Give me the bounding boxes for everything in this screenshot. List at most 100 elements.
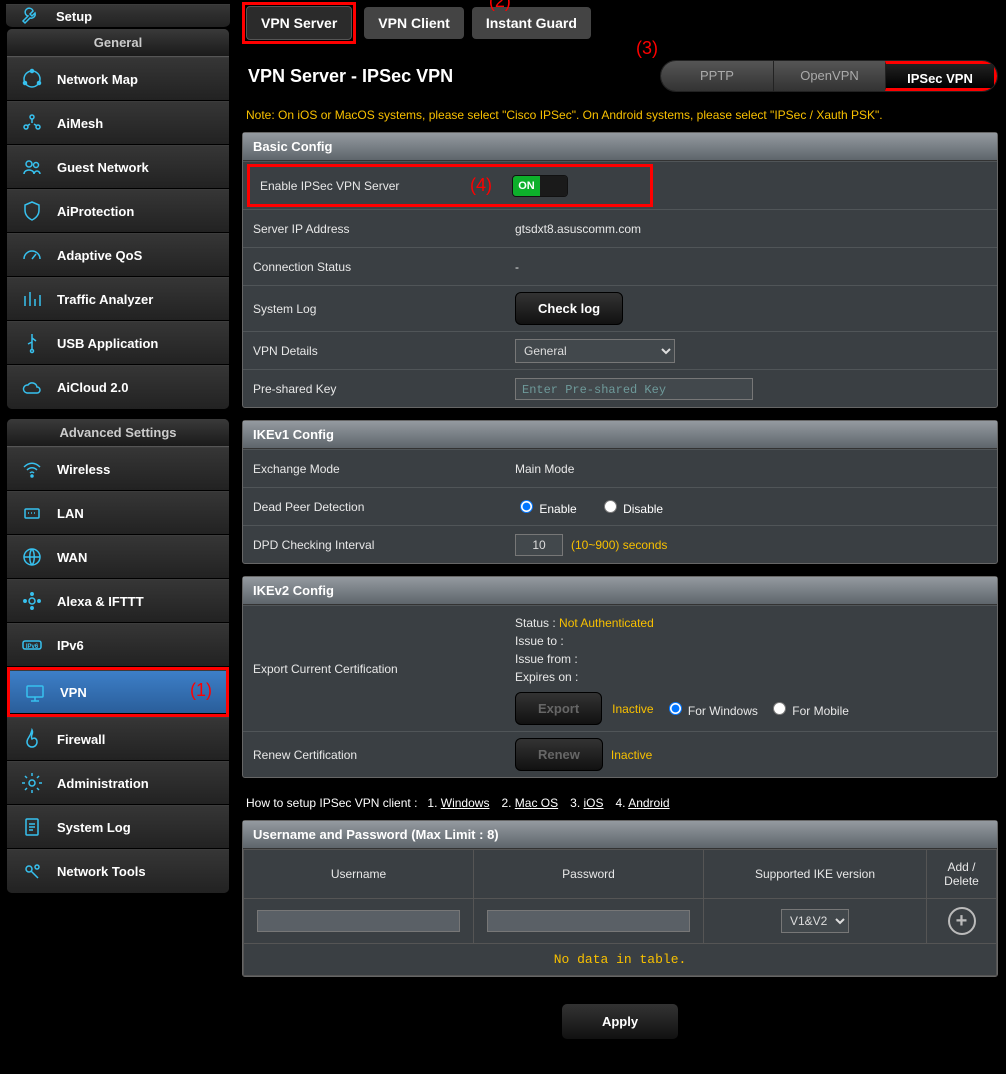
sidebar-item-traffic-analyzer[interactable]: Traffic Analyzer bbox=[7, 277, 229, 321]
log-icon bbox=[19, 814, 45, 840]
sidebar-item-administration[interactable]: Administration bbox=[7, 761, 229, 805]
sidebar-advanced-panel: Advanced Settings WirelessLANWANAlexa & … bbox=[6, 418, 230, 894]
sidebar-item-aicloud-2-0[interactable]: AiCloud 2.0 bbox=[7, 365, 229, 409]
section-basic-config: Basic Config Enable IPSec VPN Server (4)… bbox=[242, 132, 998, 408]
globe-nodes-icon bbox=[19, 66, 45, 92]
tab-vpn-server[interactable]: VPN Server bbox=[246, 6, 352, 40]
howto-link-android[interactable]: Android bbox=[628, 796, 669, 810]
protocol-tab-pptp[interactable]: PPTP bbox=[661, 61, 773, 91]
section-user-header: Username and Password (Max Limit : 8) bbox=[243, 821, 997, 849]
label-psk: Pre-shared Key bbox=[243, 374, 505, 404]
sidebar-item-alexa-ifttt[interactable]: Alexa & IFTTT bbox=[7, 579, 229, 623]
sidebar-item-adaptive-qos[interactable]: Adaptive QoS bbox=[7, 233, 229, 277]
howto-link-mac-os[interactable]: Mac OS bbox=[515, 796, 558, 810]
tab-vpn-client[interactable]: VPN Client bbox=[364, 7, 464, 39]
tab-instant-guard[interactable]: Instant Guard bbox=[472, 7, 591, 39]
cert-status-label: Status : bbox=[515, 616, 556, 630]
renew-cert-button[interactable]: Renew bbox=[515, 738, 603, 771]
export-cert-button[interactable]: Export bbox=[515, 692, 602, 725]
nav-label: LAN bbox=[57, 506, 84, 521]
label-dpd-interval: DPD Checking Interval bbox=[243, 530, 505, 560]
protocol-tabs: PPTP OpenVPN IPSec VPN bbox=[660, 60, 998, 92]
radio-label: For Mobile bbox=[792, 704, 849, 718]
radio-for-windows[interactable] bbox=[669, 702, 682, 715]
radio-dpd-enable-wrap[interactable]: Enable bbox=[515, 497, 577, 516]
value-server-ip: gtsdxt8.asuscomm.com bbox=[505, 216, 997, 242]
radio-label: Enable bbox=[539, 502, 576, 516]
nav-label: AiMesh bbox=[57, 116, 103, 131]
radio-dpd-disable-wrap[interactable]: Disable bbox=[599, 497, 663, 516]
sidebar-item-setup[interactable]: Setup bbox=[6, 4, 230, 28]
nav-label: Setup bbox=[56, 9, 92, 24]
sidebar-item-firewall[interactable]: Firewall bbox=[7, 717, 229, 761]
col-add-delete: Add / Delete bbox=[927, 850, 997, 899]
label-enable-ipsec: Enable IPSec VPN Server bbox=[260, 179, 399, 193]
radio-dpd-disable[interactable] bbox=[604, 500, 617, 513]
annotation-1-label: (1) bbox=[190, 680, 212, 701]
nav-label: AiCloud 2.0 bbox=[57, 380, 129, 395]
sidebar-item-network-tools[interactable]: Network Tools bbox=[7, 849, 229, 893]
sidebar-general-panel: General Network MapAiMeshGuest NetworkAi… bbox=[6, 28, 230, 410]
input-new-username[interactable] bbox=[257, 910, 461, 932]
sidebar-general-header: General bbox=[7, 29, 229, 57]
sidebar-item-network-map[interactable]: Network Map bbox=[7, 57, 229, 101]
select-ike-version[interactable]: V1&V2 bbox=[781, 909, 849, 933]
nav-label: Traffic Analyzer bbox=[57, 292, 153, 307]
sidebar-item-aiprotection[interactable]: AiProtection bbox=[7, 189, 229, 233]
alexa-icon bbox=[19, 588, 45, 614]
sidebar-item-usb-application[interactable]: USB Application bbox=[7, 321, 229, 365]
ipv6-icon: IPv6 bbox=[19, 632, 45, 658]
apply-button[interactable]: Apply bbox=[561, 1003, 679, 1040]
sidebar-item-guest-network[interactable]: Guest Network bbox=[7, 145, 229, 189]
annotation-4-label: (4) bbox=[470, 175, 492, 196]
tools-icon bbox=[19, 859, 45, 885]
nav-label: System Log bbox=[57, 820, 131, 835]
radio-label: For Windows bbox=[688, 704, 758, 718]
label-dpd: Dead Peer Detection bbox=[243, 492, 505, 522]
howto-link-ios[interactable]: iOS bbox=[583, 796, 603, 810]
radio-for-mobile[interactable] bbox=[773, 702, 786, 715]
nav-label: IPv6 bbox=[57, 638, 84, 653]
input-new-password[interactable] bbox=[487, 910, 691, 932]
section-user-table: Username and Password (Max Limit : 8) Us… bbox=[242, 820, 998, 977]
check-log-button[interactable]: Check log bbox=[515, 292, 623, 325]
radio-for-mobile-wrap[interactable]: For Mobile bbox=[768, 699, 849, 718]
label-renew-cert: Renew Certification bbox=[243, 740, 505, 770]
users-icon bbox=[19, 154, 45, 180]
input-dpd-interval[interactable] bbox=[515, 534, 563, 556]
sidebar-item-wireless[interactable]: Wireless bbox=[7, 447, 229, 491]
hint-dpd-interval: (10~900) seconds bbox=[571, 538, 667, 552]
select-vpn-details[interactable]: General bbox=[515, 339, 675, 363]
gear-icon bbox=[19, 770, 45, 796]
howto-link-windows[interactable]: Windows bbox=[441, 796, 490, 810]
protocol-tab-openvpn[interactable]: OpenVPN bbox=[773, 61, 885, 91]
annotation-4-box: Enable IPSec VPN Server (4) ON bbox=[247, 164, 653, 207]
label-vpn-details: VPN Details bbox=[243, 336, 505, 366]
protocol-tab-ipsec[interactable]: IPSec VPN bbox=[885, 61, 997, 91]
cloud-icon bbox=[19, 375, 45, 401]
radio-dpd-enable[interactable] bbox=[520, 500, 533, 513]
label-server-ip: Server IP Address bbox=[243, 214, 505, 244]
input-psk[interactable] bbox=[515, 378, 753, 400]
col-ike: Supported IKE version bbox=[704, 850, 927, 899]
howto-prefix: How to setup IPSec VPN client : bbox=[246, 796, 417, 810]
nav-label: Administration bbox=[57, 776, 149, 791]
sidebar-item-ipv6[interactable]: IPv6 IPv6 bbox=[7, 623, 229, 667]
sidebar-item-aimesh[interactable]: AiMesh bbox=[7, 101, 229, 145]
add-user-button[interactable]: + bbox=[948, 907, 976, 935]
sidebar-item-lan[interactable]: LAN bbox=[7, 491, 229, 535]
wan-icon bbox=[19, 544, 45, 570]
shield-icon bbox=[19, 198, 45, 224]
toggle-enable-ipsec[interactable]: ON bbox=[512, 175, 568, 197]
annotation-2-label: (2) bbox=[489, 0, 511, 12]
cert-status-value: Not Authenticated bbox=[559, 616, 654, 630]
nav-label: Network Tools bbox=[57, 864, 146, 879]
col-password: Password bbox=[474, 850, 704, 899]
sidebar-item-system-log[interactable]: System Log bbox=[7, 805, 229, 849]
export-inactive-label: Inactive bbox=[612, 702, 653, 716]
label-system-log: System Log bbox=[243, 294, 505, 324]
sidebar-item-wan[interactable]: WAN bbox=[7, 535, 229, 579]
radio-for-windows-wrap[interactable]: For Windows bbox=[664, 699, 758, 718]
page-title: VPN Server - IPSec VPN bbox=[242, 66, 453, 87]
chart-icon bbox=[19, 286, 45, 312]
